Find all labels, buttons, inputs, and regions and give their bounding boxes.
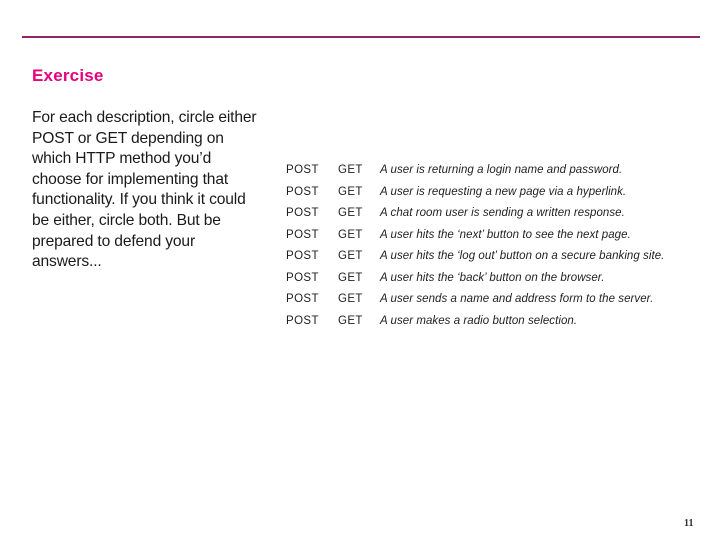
get-option[interactable]: GET (338, 164, 378, 176)
get-option[interactable]: GET (338, 207, 378, 219)
header-divider (22, 36, 700, 38)
row-description: A user hits the ‘next’ button to see the… (380, 228, 631, 241)
page-number: 11 (684, 518, 694, 529)
page-title: Exercise (32, 66, 104, 85)
post-option[interactable]: POST (286, 164, 334, 176)
row-description: A chat room user is sending a written re… (380, 207, 625, 219)
table-row: POST GET A user hits the ‘next’ button t… (286, 229, 706, 251)
table-row: POST GET A user hits the ‘log out’ butto… (286, 250, 706, 272)
row-description: A user hits the ‘back’ button on the bro… (380, 271, 605, 284)
table-row: POST GET A user is returning a login nam… (286, 164, 706, 186)
table-row: POST GET A user is requesting a new page… (286, 186, 706, 208)
post-option[interactable]: POST (286, 293, 334, 305)
get-option[interactable]: GET (338, 315, 378, 327)
exercise-table: POST GET A user is returning a login nam… (286, 164, 706, 336)
row-description: A user sends a name and address form to … (380, 293, 654, 305)
get-option[interactable]: GET (338, 272, 378, 284)
row-description: A user hits the ‘log out’ button on a se… (380, 250, 665, 262)
get-option[interactable]: GET (338, 293, 378, 305)
table-row: POST GET A user sends a name and address… (286, 293, 706, 315)
get-option[interactable]: GET (338, 229, 378, 241)
table-row: POST GET A user makes a radio button sel… (286, 315, 706, 337)
get-option[interactable]: GET (338, 250, 378, 262)
slide: Exercise For each description, circle ei… (0, 0, 720, 540)
row-description: A user is returning a login name and pas… (380, 164, 623, 176)
table-row: POST GET A user hits the ‘back’ button o… (286, 272, 706, 294)
post-option[interactable]: POST (286, 229, 334, 241)
t-systems-logo: Sys (0, 455, 720, 520)
row-description: A user is requesting a new page via a hy… (380, 185, 627, 198)
post-option[interactable]: POST (286, 186, 334, 198)
table-row: POST GET A chat room user is sending a w… (286, 207, 706, 229)
post-option[interactable]: POST (286, 250, 334, 262)
post-option[interactable]: POST (286, 207, 334, 219)
post-option[interactable]: POST (286, 315, 334, 327)
row-description: A user makes a radio button selection. (380, 314, 578, 327)
instruction-paragraph: For each description, circle either POST… (32, 109, 257, 271)
post-option[interactable]: POST (286, 272, 334, 284)
get-option[interactable]: GET (338, 186, 378, 198)
